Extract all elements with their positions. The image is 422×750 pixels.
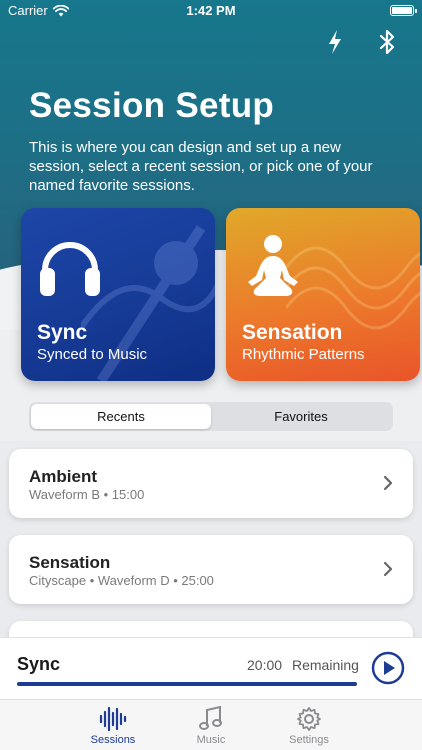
segment-recents[interactable]: Recents <box>31 404 211 429</box>
tab-label: Settings <box>289 734 329 746</box>
now-playing-bar[interactable]: Sync 20:00 Remaining <box>0 637 422 699</box>
status-bar: Carrier 1:42 PM <box>0 0 422 22</box>
meditation-icon <box>242 230 304 305</box>
list-item[interactable]: Ambient Waveform B • 15:00 <box>9 449 413 518</box>
chevron-right-icon <box>383 475 393 491</box>
sync-card[interactable]: Sync Synced to Music <box>21 208 215 381</box>
page-title: Session Setup <box>29 86 275 125</box>
sensation-card-title: Sensation <box>242 321 343 344</box>
status-time: 1:42 PM <box>186 3 236 18</box>
session-title: Ambient <box>29 467 97 486</box>
tab-label: Sessions <box>90 734 136 746</box>
session-subtitle: Waveform B • 15:00 <box>29 487 145 502</box>
page-description: This is where you can design and set up … <box>29 139 373 194</box>
list-item[interactable]: Sensation Cityscape • Waveform D • 25:00 <box>9 535 413 604</box>
tab-bar: Sessions Music Settings <box>0 699 422 750</box>
now-playing-title: Sync <box>17 654 61 674</box>
chevron-right-icon <box>383 561 393 577</box>
now-playing-remaining-label: Remaining <box>292 657 359 673</box>
tab-settings[interactable]: Settings <box>260 700 358 750</box>
segment-favorites[interactable]: Favorites <box>211 404 391 429</box>
session-subtitle: Cityscape • Waveform D • 25:00 <box>29 573 214 588</box>
battery-icon <box>390 5 417 16</box>
session-title: Sensation <box>29 553 111 572</box>
now-playing-time: 20:00 <box>247 657 283 673</box>
tab-music[interactable]: Music <box>162 700 260 750</box>
play-icon[interactable] <box>371 651 405 685</box>
sync-card-subtitle: Synced to Music <box>37 346 148 363</box>
sync-card-title: Sync <box>37 321 88 344</box>
sensation-card[interactable]: Sensation Rhythmic Patterns <box>226 208 420 381</box>
music-note-icon <box>199 706 222 730</box>
bluetooth-icon[interactable] <box>374 28 400 56</box>
waveform-icon <box>99 706 127 732</box>
progress-bar <box>17 682 357 686</box>
lightning-icon[interactable] <box>322 28 348 56</box>
headphones-icon <box>37 230 103 305</box>
sensation-card-subtitle: Rhythmic Patterns <box>242 346 365 363</box>
tab-label: Music <box>196 734 226 746</box>
session-list: Ambient Waveform B • 15:00 Sensation Cit… <box>0 441 422 690</box>
tab-sessions[interactable]: Sessions <box>64 700 162 750</box>
top-actions <box>322 28 400 56</box>
gear-icon <box>297 707 321 731</box>
recents-favorites-control: Recents Favorites <box>29 402 393 431</box>
